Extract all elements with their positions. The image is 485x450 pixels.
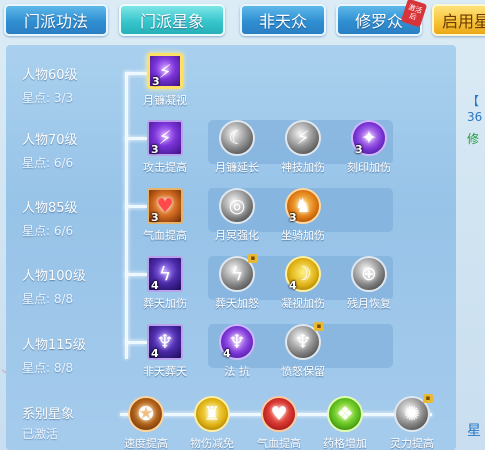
skill-name: 月镰延长 (215, 161, 259, 174)
row-label-60: 人物60级 星点: 3/3 (22, 64, 78, 106)
skill-rune-damage[interactable]: ✦ 3 刻印加伤 (339, 120, 399, 175)
skill-zangtian-damage[interactable]: ϟ4 葬天加伤 (135, 256, 195, 311)
claw-icon: ⚡ 3 (147, 120, 183, 156)
star-points: 星点: 3/3 (22, 91, 74, 105)
skill-name: 非天葬天 (143, 365, 187, 378)
tab-xiuluo[interactable]: 修罗众 激活后 (336, 0, 428, 36)
sickle-icon: ☾ (219, 120, 255, 156)
skill-name: 愤怒保留 (281, 365, 325, 378)
tab-label: 非天众 (258, 12, 307, 31)
skill-name: 气血提高 (143, 229, 187, 242)
level-text: 人物70级 (22, 133, 78, 148)
tab-label: 门派功法 (23, 12, 88, 31)
skill-name: 凝视加伤 (281, 297, 325, 310)
skill-name: 法 抗 (224, 365, 250, 378)
armor-icon: ♜ (194, 396, 230, 432)
skill-moon-strengthen[interactable]: ◎ 月冥强化 (207, 188, 267, 243)
system-hp-up[interactable]: ♥ 气血提高 (249, 396, 309, 450)
system-spirit-up[interactable]: ✺ ▪ 灵力提高 (382, 394, 442, 450)
heart-icon: ♥ 3 (147, 188, 183, 224)
tab-feitian[interactable]: 非天众 (240, 4, 326, 36)
tab-label: 门派星象 (139, 12, 204, 31)
level-text: 人物60级 (22, 68, 78, 83)
star-points: 星点: 8/8 (22, 361, 74, 375)
skill-rage-retain[interactable]: ♆ ▪ 愤怒保留 (273, 322, 333, 379)
activation-badge: 激活后 (400, 0, 428, 28)
skill-name: 气血提高 (257, 437, 301, 450)
tab-label: 启用星 (442, 12, 485, 31)
system-title: 系别星象 (22, 407, 75, 422)
moon-ring-icon: ◎ (219, 188, 255, 224)
skill-name: 葬天加怒 (215, 297, 259, 310)
system-speed-up[interactable]: ✪ 速度提高 (116, 396, 176, 450)
skill-divine-damage[interactable]: ⚡ 神技加伤 (273, 120, 333, 175)
mount-icon: ♞ 3 (285, 188, 321, 224)
row-label-70: 人物70级 星点: 6/6 (22, 129, 78, 171)
demon-purple-icon: ♆ 4 (219, 324, 255, 360)
row-label-85: 人物85级 星点: 6/6 (22, 197, 78, 239)
side-bracket: 【 (467, 94, 480, 108)
crescent-icon: ☽ 4 (285, 256, 321, 292)
potion-icon: ❖ (327, 396, 363, 432)
skill-sickle-extend[interactable]: ☾ 月镰延长 (207, 120, 267, 175)
star-points: 星点: 6/6 (22, 156, 74, 170)
demon-gray-icon: ♆ ▪ (285, 322, 324, 360)
skill-name: 月冥强化 (215, 229, 259, 242)
skill-yuelian-ningshi[interactable]: ⚡ 3 月镰凝视 (135, 53, 195, 108)
skill-gaze-damage[interactable]: ☽ 4 凝视加伤 (273, 256, 333, 311)
row-label-100: 人物100级 星点: 8/8 (22, 265, 86, 307)
lock-icon: ▪ (248, 254, 258, 263)
speed-icon: ✪ (128, 396, 164, 432)
side-number: 36 (467, 110, 483, 124)
tab-school-stars[interactable]: 门派星象 (119, 4, 225, 36)
skill-name: 灵力提高 (390, 437, 434, 450)
skill-name: 神技加伤 (281, 161, 325, 174)
tab-bar: 门派功法 门派星象 非天众 修罗众 激活后 启用星 (0, 0, 485, 40)
system-potion-slots[interactable]: ❖ 药格增加 (315, 396, 375, 450)
star-points: 星点: 8/8 (22, 292, 74, 306)
lock-icon: ▪ (423, 394, 433, 403)
skill-attack-up[interactable]: ⚡ 3 攻击提高 (135, 120, 195, 175)
skill-name: 残月恢复 (347, 297, 391, 310)
system-physical-reduce[interactable]: ♜ 物伤减免 (182, 396, 242, 450)
level-text: 人物115级 (22, 338, 86, 353)
level-text: 人物100级 (22, 269, 86, 284)
skill-magic-resist[interactable]: ♆ 4 法 抗 (207, 324, 267, 379)
level-text: 人物85级 (22, 201, 78, 216)
heart-icon: ♥ (261, 396, 297, 432)
skill-waning-moon-recover[interactable]: ⊕ 残月恢复 (339, 256, 399, 311)
lightning-gray-icon: ϟ ▪ (219, 254, 258, 292)
system-stars-label: 系别星象 已激活 (22, 403, 74, 442)
side-bottom-text: 星 (467, 423, 481, 439)
skill-name: 速度提高 (124, 437, 168, 450)
skill-mount-damage[interactable]: ♞ 3 坐骑加伤 (273, 188, 333, 243)
crosshair-icon: ⊕ (351, 256, 387, 292)
side-green-text: 修 (467, 132, 480, 146)
skill-name: 刻印加伤 (347, 161, 391, 174)
skill-hp-up[interactable]: ♥ 3 气血提高 (135, 188, 195, 243)
skill-name: 月镰凝视 (143, 94, 187, 107)
skill-name: 药格增加 (323, 437, 367, 450)
skill-zangtian-rage[interactable]: ϟ ▪ 葬天加怒 (207, 254, 267, 311)
skill-feitian-zangtian[interactable]: ♆ 4 非天葬天 (135, 324, 195, 379)
tab-label: 修罗众 (354, 12, 403, 31)
lock-icon: ▪ (314, 322, 324, 331)
skill-name: 物伤减免 (190, 437, 234, 450)
skill-name: 坐骑加伤 (281, 229, 325, 242)
claw-gray-icon: ⚡ (285, 120, 321, 156)
system-status: 已激活 (22, 427, 59, 441)
lightning-icon: ϟ4 (147, 256, 183, 292)
tab-enable-stars[interactable]: 启用星 (432, 4, 485, 36)
demon-icon: ♆ 4 (147, 324, 183, 360)
star-points: 星点: 6/6 (22, 224, 74, 238)
spirit-icon: ✺ ▪ (394, 394, 433, 432)
skill-name: 葬天加伤 (143, 297, 187, 310)
skill-name: 攻击提高 (143, 161, 187, 174)
claw-icon: ⚡ 3 (147, 53, 183, 89)
tree-connector (125, 72, 128, 359)
row-label-115: 人物115级 星点: 8/8 (22, 334, 86, 376)
rune-icon: ✦ 3 (351, 120, 387, 156)
tab-school-skills[interactable]: 门派功法 (4, 4, 108, 36)
